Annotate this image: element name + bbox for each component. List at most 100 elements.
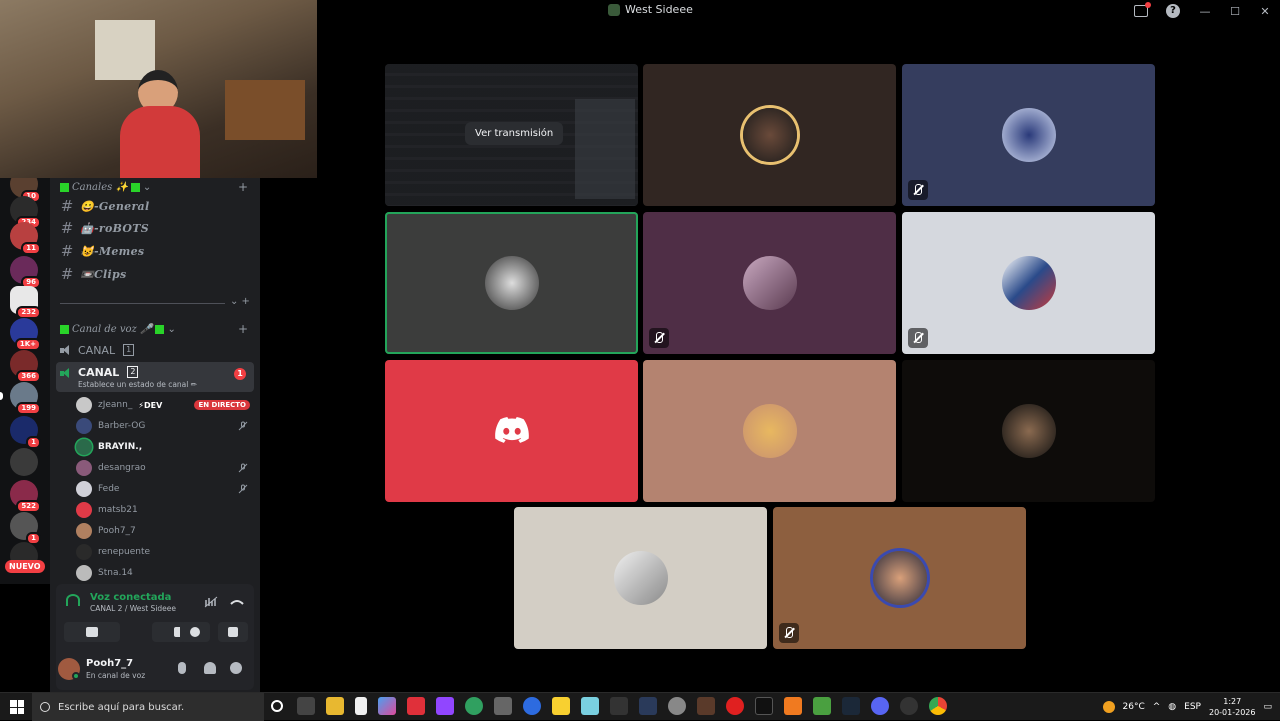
participant-tile[interactable] bbox=[643, 64, 896, 206]
close-button[interactable]: ✕ bbox=[1250, 5, 1280, 18]
category-text-channels[interactable]: Canales ✨⌄ bbox=[60, 182, 151, 193]
server-icon[interactable] bbox=[10, 448, 38, 476]
add-channel-icon[interactable]: + bbox=[238, 180, 248, 194]
voice-channel-2[interactable]: CANAL 2 1 Establece un estado de canal ✏ bbox=[56, 362, 254, 392]
participant-tile[interactable] bbox=[385, 212, 638, 354]
voice-member[interactable]: Pooh7_7 bbox=[76, 521, 254, 541]
task-view-icon[interactable] bbox=[297, 697, 315, 715]
chevron-down-icon[interactable]: ⌄ + bbox=[230, 296, 250, 307]
live-badge: EN DIRECTO bbox=[194, 400, 250, 410]
camera-button[interactable] bbox=[64, 622, 120, 642]
server-icon[interactable]: 234 bbox=[10, 196, 38, 224]
participant-tile[interactable] bbox=[643, 212, 896, 354]
server-icon[interactable]: 522 bbox=[10, 480, 38, 508]
window-title: West Sideee bbox=[608, 3, 693, 16]
server-icon[interactable]: 1 bbox=[10, 416, 38, 444]
sticky-notes-icon[interactable] bbox=[552, 697, 570, 715]
capcut-icon[interactable] bbox=[610, 697, 628, 715]
gear-icon[interactable] bbox=[230, 662, 242, 674]
server-icon[interactable]: 366 bbox=[10, 350, 38, 378]
zoom-icon[interactable] bbox=[523, 697, 541, 715]
activities-button[interactable] bbox=[180, 622, 210, 642]
temperature[interactable]: 26°C bbox=[1123, 702, 1145, 712]
category-voice-channels[interactable]: Canal de voz 🎤⌄ bbox=[60, 324, 176, 335]
maximize-button[interactable]: ☐ bbox=[1220, 5, 1250, 18]
signal-icon[interactable] bbox=[66, 594, 80, 606]
start-button[interactable] bbox=[10, 700, 24, 714]
participant-tile[interactable] bbox=[514, 507, 767, 649]
app-icon[interactable] bbox=[407, 697, 425, 715]
voice-status[interactable]: Voz conectada bbox=[90, 592, 171, 603]
voice-member[interactable]: Barber-OG bbox=[76, 416, 254, 436]
discord-icon[interactable] bbox=[871, 697, 889, 715]
taskbar-search[interactable]: Escribe aquí para buscar. bbox=[32, 693, 264, 721]
new-badge[interactable]: NUEVO bbox=[5, 560, 45, 573]
tiktok-icon[interactable] bbox=[755, 697, 773, 715]
channel-memes[interactable]: # 😺-Memes bbox=[58, 241, 252, 261]
avatar bbox=[743, 108, 797, 162]
server-icon[interactable]: 96 bbox=[10, 256, 38, 284]
app-icon[interactable] bbox=[465, 697, 483, 715]
clock[interactable]: 1:27 20-01-2026 bbox=[1209, 696, 1256, 718]
disconnect-icon[interactable] bbox=[230, 596, 244, 608]
twitch-icon[interactable] bbox=[436, 697, 454, 715]
channel-status[interactable]: Establece un estado de canal ✏ bbox=[78, 380, 197, 389]
minecraft-icon[interactable] bbox=[813, 697, 831, 715]
app-icon[interactable] bbox=[639, 697, 657, 715]
participant-tile[interactable] bbox=[643, 360, 896, 502]
webcam-overlay bbox=[0, 0, 317, 178]
participant-tile[interactable] bbox=[902, 360, 1155, 502]
voice-member[interactable]: matsb21 bbox=[76, 500, 254, 520]
app-icon[interactable] bbox=[581, 697, 599, 715]
voice-member[interactable]: BRAYIN., bbox=[76, 437, 254, 457]
app-icon[interactable] bbox=[697, 697, 715, 715]
voice-member[interactable]: Fede bbox=[76, 479, 254, 499]
channel-clips[interactable]: # 📼Clips bbox=[58, 264, 252, 284]
voice-member[interactable]: desangrao bbox=[76, 458, 254, 478]
steam-icon[interactable] bbox=[842, 697, 860, 715]
stream-tile[interactable]: Ver transmisión bbox=[385, 64, 638, 206]
voice-channel-1[interactable]: CANAL 1 bbox=[56, 340, 254, 360]
participant-tile[interactable] bbox=[902, 64, 1155, 206]
headphones-icon[interactable] bbox=[204, 662, 216, 674]
obs-icon[interactable] bbox=[900, 697, 918, 715]
participant-tile[interactable] bbox=[385, 360, 638, 502]
voice-member[interactable]: Stna.14 bbox=[76, 563, 254, 583]
username[interactable]: Pooh7_7 bbox=[86, 658, 133, 669]
help-icon[interactable]: ? bbox=[1166, 4, 1180, 18]
app-icon[interactable] bbox=[494, 697, 512, 715]
add-channel-icon[interactable]: + bbox=[238, 322, 248, 336]
server-icon[interactable]: 1 bbox=[10, 512, 38, 540]
language-indicator[interactable]: ESP bbox=[1184, 702, 1201, 712]
network-icon[interactable]: ◍ bbox=[1168, 702, 1176, 712]
copilot-icon[interactable] bbox=[378, 697, 396, 715]
server-icon[interactable]: 11 bbox=[10, 222, 38, 250]
participant-tile[interactable] bbox=[773, 507, 1026, 649]
weather-icon[interactable] bbox=[1103, 701, 1115, 713]
user-panel: Pooh7_7 En canal de voz bbox=[56, 654, 254, 690]
settings-icon[interactable] bbox=[668, 697, 686, 715]
voice-member[interactable]: renepuente bbox=[76, 542, 254, 562]
watch-stream-button[interactable]: Ver transmisión bbox=[465, 122, 563, 145]
opera-icon[interactable] bbox=[726, 697, 744, 715]
notification-icon[interactable]: ▭ bbox=[1263, 702, 1272, 712]
channel-general[interactable]: # 😀-General bbox=[58, 196, 252, 216]
soundboard-button[interactable] bbox=[218, 622, 248, 642]
server-icon[interactable]: 199 bbox=[10, 382, 38, 410]
server-icon[interactable]: 232 bbox=[10, 286, 38, 314]
app-icon[interactable] bbox=[784, 697, 802, 715]
notepad-icon[interactable] bbox=[355, 697, 367, 715]
voice-member[interactable]: zJeann_ ⚡DEV EN DIRECTO bbox=[76, 395, 254, 415]
file-explorer-icon[interactable] bbox=[326, 697, 344, 715]
microphone-icon[interactable] bbox=[178, 662, 186, 674]
minimize-button[interactable]: — bbox=[1190, 5, 1220, 18]
voice-location[interactable]: CANAL 2 / West Sideee bbox=[90, 604, 176, 613]
channel-robots[interactable]: # 🤖-roBOTS bbox=[58, 218, 252, 238]
chevron-up-icon[interactable]: ^ bbox=[1153, 702, 1161, 712]
inbox-icon[interactable] bbox=[1134, 5, 1148, 17]
server-icon[interactable]: 1K+ bbox=[10, 318, 38, 346]
chrome-icon[interactable] bbox=[929, 697, 947, 715]
participant-tile[interactable] bbox=[902, 212, 1155, 354]
noise-suppression-icon[interactable] bbox=[204, 596, 218, 608]
cortana-icon[interactable] bbox=[271, 700, 283, 712]
